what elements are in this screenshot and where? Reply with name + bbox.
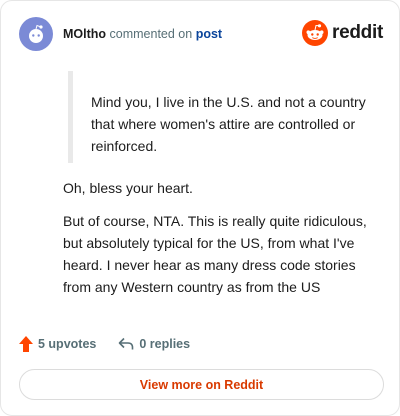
comment-paragraph: Oh, bless your heart. bbox=[63, 180, 193, 196]
comment-header: MOltho commented on post reddit bbox=[19, 17, 383, 51]
post-link[interactable]: post bbox=[196, 27, 222, 41]
reddit-wordmark: reddit bbox=[332, 22, 383, 43]
upvote-count: 5 upvotes bbox=[38, 337, 97, 351]
upvote-button[interactable]: 5 upvotes bbox=[19, 336, 96, 352]
comment-footer: 5 upvotes 0 replies bbox=[19, 333, 190, 355]
username-link[interactable]: MOltho bbox=[63, 27, 106, 41]
action-text: commented on bbox=[109, 27, 193, 41]
comment-meta: MOltho commented on post bbox=[63, 26, 222, 42]
replies-button[interactable]: 0 replies bbox=[118, 337, 190, 351]
upvote-arrow-icon bbox=[19, 336, 33, 352]
user-avatar[interactable] bbox=[19, 17, 53, 51]
comment-blockquote: Mind you, I live in the U.S. and not a c… bbox=[68, 71, 368, 163]
reply-arrow-icon bbox=[119, 337, 134, 350]
reddit-comment-embed: MOltho commented on post reddit Mind you… bbox=[0, 0, 400, 416]
reddit-snoo-icon bbox=[302, 20, 329, 46]
reply-count: 0 replies bbox=[139, 337, 191, 351]
view-more-button[interactable]: View more on Reddit bbox=[19, 369, 384, 400]
reddit-logo[interactable]: reddit bbox=[302, 20, 383, 46]
snoo-avatar-icon bbox=[29, 24, 43, 43]
comment-paragraph: But of course, NTA. This is really quite… bbox=[63, 213, 367, 295]
